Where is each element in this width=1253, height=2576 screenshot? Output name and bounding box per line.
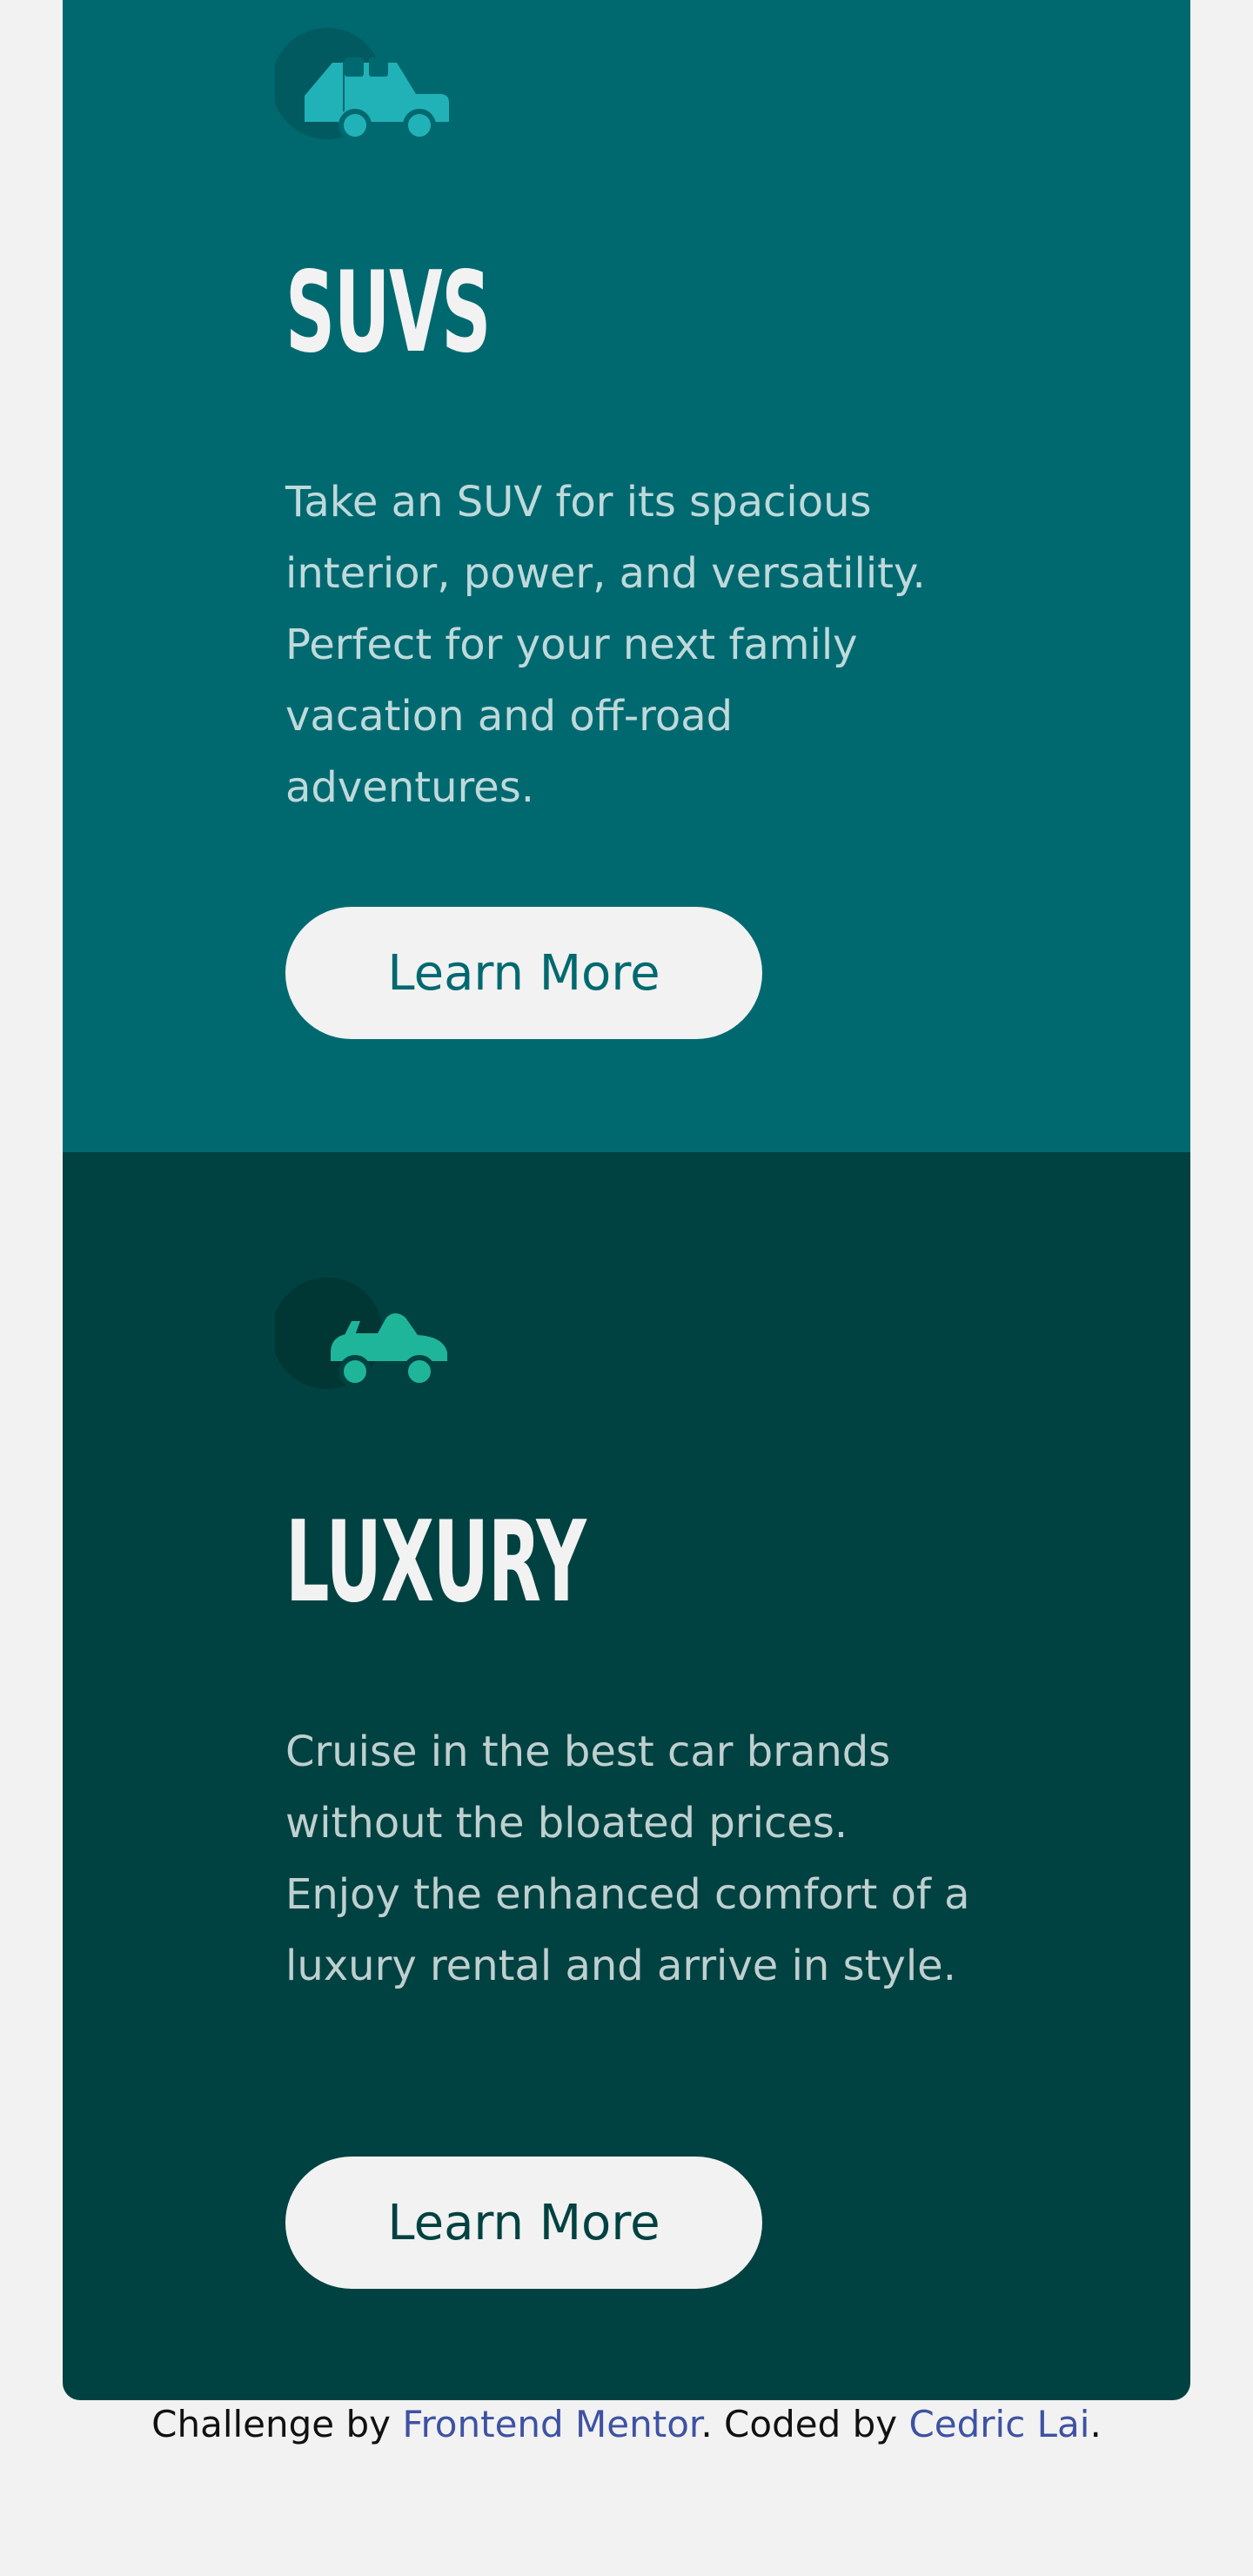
- attribution-middle: . Coded by: [700, 2403, 909, 2445]
- card-description: Take an SUV for its spacious interior, p…: [285, 478, 926, 812]
- learn-more-button[interactable]: Learn More: [285, 907, 762, 1039]
- card-luxury: LUXURY Cruise in the best car brands wit…: [63, 1152, 1190, 2400]
- suv-icon: [275, 28, 449, 139]
- car-card-group: SUVS Take an SUV for its spacious interi…: [63, 0, 1190, 2400]
- luxury-car-icon: [275, 1278, 447, 1389]
- attribution-suffix: .: [1089, 2403, 1102, 2445]
- card-description: Cruise in the best car brands without th…: [285, 1727, 970, 1990]
- attribution: Challenge by Frontend Mentor. Coded by C…: [0, 2400, 1253, 2449]
- author-link[interactable]: Cedric Lai: [908, 2403, 1089, 2445]
- card-title: SUVS: [285, 248, 491, 378]
- attribution-prefix: Challenge by: [151, 2403, 403, 2445]
- card-title: LUXURY: [285, 1498, 586, 1627]
- frontend-mentor-link[interactable]: Frontend Mentor: [402, 2403, 700, 2445]
- learn-more-button[interactable]: Learn More: [285, 2157, 762, 2289]
- card-suvs: SUVS Take an SUV for its spacious interi…: [63, 0, 1190, 1152]
